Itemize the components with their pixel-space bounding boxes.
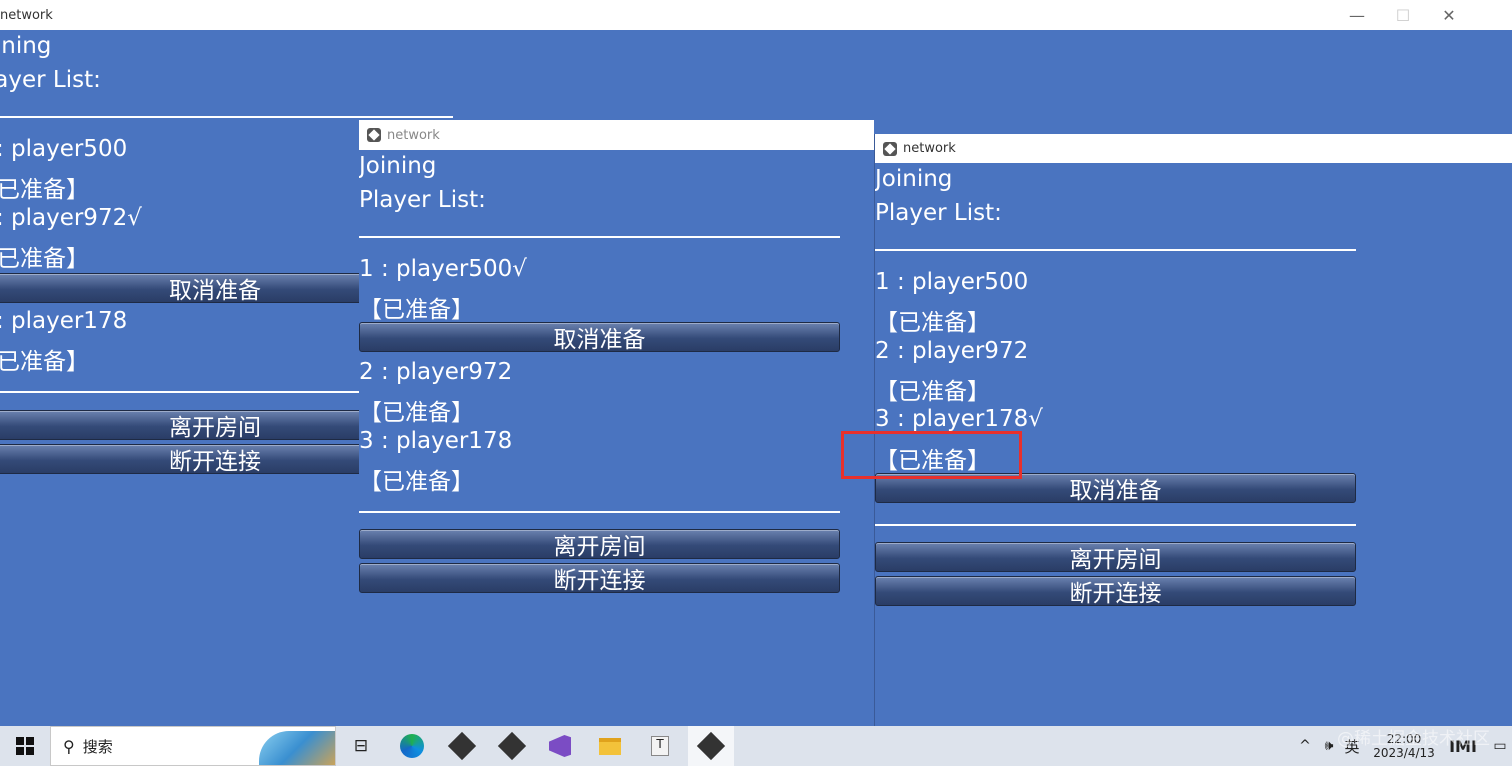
unity-icon (883, 141, 897, 156)
file-explorer-icon[interactable] (588, 726, 632, 766)
title-bar[interactable]: network (875, 134, 1512, 163)
player-row: 1 : player500 (875, 269, 1029, 295)
divider (875, 249, 1356, 251)
divider (359, 236, 840, 238)
network-window-2: network Joining Player List: 1 : player5… (359, 120, 874, 726)
unity-icon[interactable] (688, 726, 734, 766)
annotation-highlight-box (841, 431, 1022, 479)
leave-room-button[interactable]: 离开房间 (359, 529, 840, 560)
edge-icon[interactable] (390, 726, 434, 766)
status-text: Joining (875, 166, 953, 192)
window-title: network (0, 7, 53, 23)
status-text: Joining (359, 153, 437, 179)
ready-status: 【已准备】 (875, 310, 990, 336)
divider (0, 116, 453, 118)
network-window-3: network Joining Player List: 1 : player5… (874, 134, 1512, 726)
cancel-ready-button[interactable]: 取消准备 (359, 322, 840, 353)
search-highlight-illustration (259, 731, 335, 765)
windows-start-icon[interactable] (0, 726, 50, 766)
player-row: 3 : player178√ (875, 406, 1043, 432)
ready-status: 【已准备】 (359, 469, 474, 495)
player-list-label: Player List: (875, 200, 1002, 226)
minimize-button[interactable]: — (1334, 0, 1380, 30)
window-title: network (387, 127, 440, 143)
system-tray-chevron-icon[interactable]: ^ (1294, 726, 1316, 766)
divider (359, 511, 840, 513)
taskbar: ⚲ 搜索 ⊟ T ^ 🕪 英 22:00 2023/4/13 IMI ▭ (0, 726, 1512, 766)
player-row: 2 : player972 (359, 359, 513, 385)
divider (875, 524, 1356, 526)
taskbar-search-box[interactable]: ⚲ 搜索 (50, 726, 336, 766)
search-icon: ⚲ (63, 736, 75, 756)
visual-studio-icon[interactable] (538, 726, 582, 766)
watermark: @稀土掘金技术社区 (1337, 729, 1490, 749)
player-list-label: Player List: (359, 187, 486, 213)
ready-status: 【已准备】 (0, 246, 89, 272)
task-view-icon[interactable]: ⊟ (340, 726, 382, 766)
title-bar[interactable]: network — ☐ ✕ (0, 0, 1512, 30)
player-row: 2 : player972 (875, 338, 1029, 364)
unity-icon[interactable] (440, 726, 484, 766)
unity-icon[interactable] (490, 726, 534, 766)
disconnect-button[interactable]: 断开连接 (875, 576, 1356, 607)
notification-icon[interactable]: ▭ (1488, 726, 1512, 766)
ready-status: 【已准备】 (875, 379, 990, 405)
search-placeholder: 搜索 (82, 737, 113, 756)
player-list-label: Player List: (0, 67, 101, 93)
title-bar[interactable]: network (359, 120, 874, 150)
player-row: 2 : player972√ (0, 205, 142, 231)
status-text: Joining (0, 33, 52, 59)
ready-status: 【已准备】 (0, 177, 89, 203)
text-editor-icon[interactable]: T (638, 726, 682, 766)
unity-icon (367, 128, 381, 142)
window-title: network (903, 141, 956, 156)
player-row: 3 : player178 (359, 428, 513, 454)
player-row: 1 : player500 (0, 136, 128, 162)
ready-status: 【已准备】 (359, 297, 474, 323)
disconnect-button[interactable]: 断开连接 (359, 563, 840, 594)
ready-status: 【已准备】 (0, 349, 89, 375)
leave-room-button[interactable]: 离开房间 (875, 542, 1356, 573)
maximize-button[interactable]: ☐ (1380, 0, 1426, 30)
ready-status: 【已准备】 (359, 400, 474, 426)
player-row: 3 : player178 (0, 308, 128, 334)
player-row: 1 : player500√ (359, 256, 527, 282)
close-button[interactable]: ✕ (1426, 0, 1472, 30)
